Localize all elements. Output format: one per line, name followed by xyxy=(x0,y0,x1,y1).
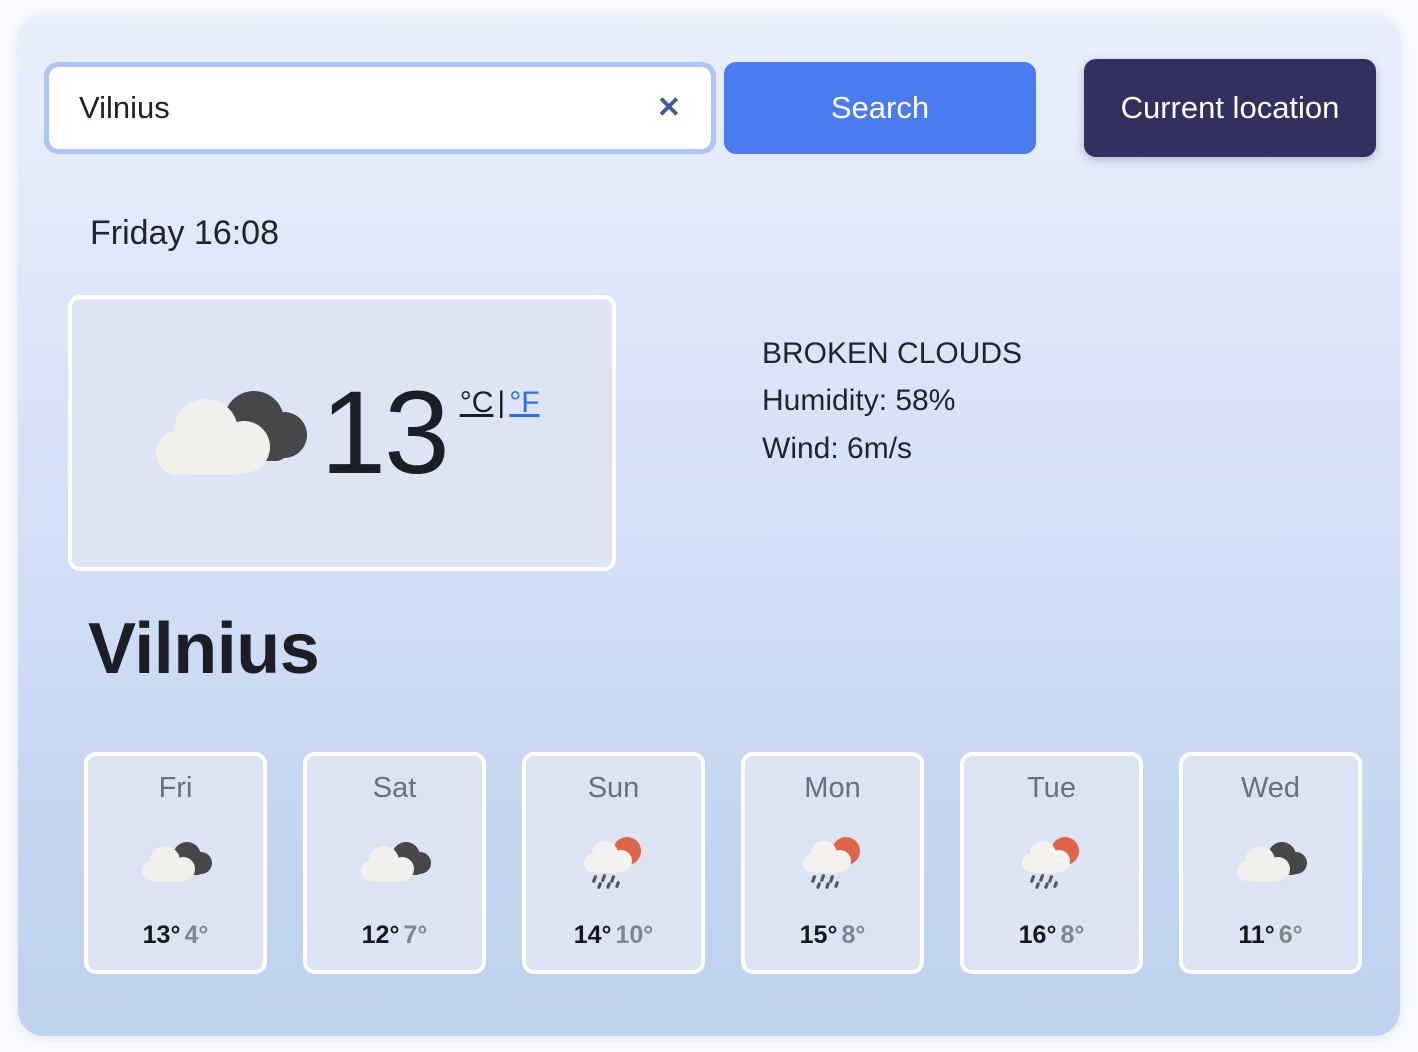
forecast-day-label: Wed xyxy=(1240,772,1301,804)
search-input[interactable] xyxy=(79,90,649,126)
search-bar: ✕ Search Current location xyxy=(44,59,1376,157)
temperature-display: 13 °C | °F xyxy=(320,374,539,492)
forecast-high-temp: 14° xyxy=(573,921,612,949)
forecast-card: Wed 11° 6° xyxy=(1179,752,1362,974)
forecast-high-temp: 13° xyxy=(142,921,181,949)
humidity-label: Humidity: 58% xyxy=(762,384,956,418)
forecast-day-label: Mon xyxy=(804,772,861,804)
forecast-high-temp: 12° xyxy=(361,921,400,949)
forecast-low-temp: 6° xyxy=(1278,921,1303,949)
forecast-temperatures: 16° 8° xyxy=(1019,921,1085,950)
sun-rain-icon xyxy=(577,834,651,892)
forecast-temperatures: 11° 6° xyxy=(1238,921,1302,950)
city-name-heading: Vilnius xyxy=(88,609,320,689)
broken-clouds-icon xyxy=(1234,834,1308,892)
forecast-day-label: Sat xyxy=(372,772,417,804)
current-weather-card: 13 °C | °F xyxy=(68,295,616,571)
search-input-wrapper: ✕ xyxy=(44,62,716,154)
forecast-card: Sat 12° 7° xyxy=(303,752,486,974)
forecast-temperatures: 15° 8° xyxy=(800,921,866,950)
forecast-card: Fri 13° 4° xyxy=(84,752,267,974)
forecast-day-label: Fri xyxy=(158,772,193,804)
forecast-low-temp: 10° xyxy=(615,921,654,949)
forecast-temperatures: 14° 10° xyxy=(574,921,654,950)
search-button[interactable]: Search xyxy=(724,62,1036,154)
temperature-value: 13 xyxy=(320,367,449,499)
forecast-day-label: Tue xyxy=(1027,772,1076,804)
forecast-high-temp: 15° xyxy=(799,921,838,949)
forecast-low-temp: 7° xyxy=(403,921,428,949)
sun-rain-icon xyxy=(1015,834,1089,892)
forecast-low-temp: 4° xyxy=(184,921,209,949)
broken-clouds-icon xyxy=(139,834,213,892)
forecast-list: Fri 13° 4° Sat 12° 7° Sun 14° 10° Mon 15… xyxy=(84,752,1362,974)
broken-clouds-icon xyxy=(358,834,432,892)
current-location-button[interactable]: Current location xyxy=(1084,59,1376,157)
forecast-day-label: Sun xyxy=(587,772,640,804)
clear-icon[interactable]: ✕ xyxy=(649,90,689,127)
unit-separator: | xyxy=(497,386,506,419)
unit-toggle: °C | °F xyxy=(460,386,540,420)
sun-rain-icon xyxy=(796,834,870,892)
forecast-high-temp: 11° xyxy=(1238,921,1275,949)
weather-description: BROKEN CLOUDS xyxy=(762,337,1023,370)
forecast-card: Mon 15° 8° xyxy=(741,752,924,974)
forecast-low-temp: 8° xyxy=(1060,921,1085,949)
forecast-high-temp: 16° xyxy=(1018,921,1057,949)
broken-clouds-icon xyxy=(144,373,314,493)
search-input-field[interactable]: ✕ xyxy=(49,67,711,149)
forecast-temperatures: 12° 7° xyxy=(362,921,428,950)
weather-details: BROKEN CLOUDS Humidity: 58% Wind: 6m/s xyxy=(762,330,1022,472)
forecast-card: Sun 14° 10° xyxy=(522,752,705,974)
forecast-card: Tue 16° 8° xyxy=(960,752,1143,974)
unit-fahrenheit-link[interactable]: °F xyxy=(509,386,539,419)
forecast-temperatures: 13° 4° xyxy=(143,921,209,950)
datetime-label: Friday 16:08 xyxy=(90,214,279,252)
forecast-low-temp: 8° xyxy=(841,921,866,949)
weather-app-container: ✕ Search Current location Friday 16:08 xyxy=(18,14,1400,1036)
unit-celsius-link[interactable]: °C xyxy=(460,386,494,419)
wind-label: Wind: 6m/s xyxy=(762,431,913,465)
